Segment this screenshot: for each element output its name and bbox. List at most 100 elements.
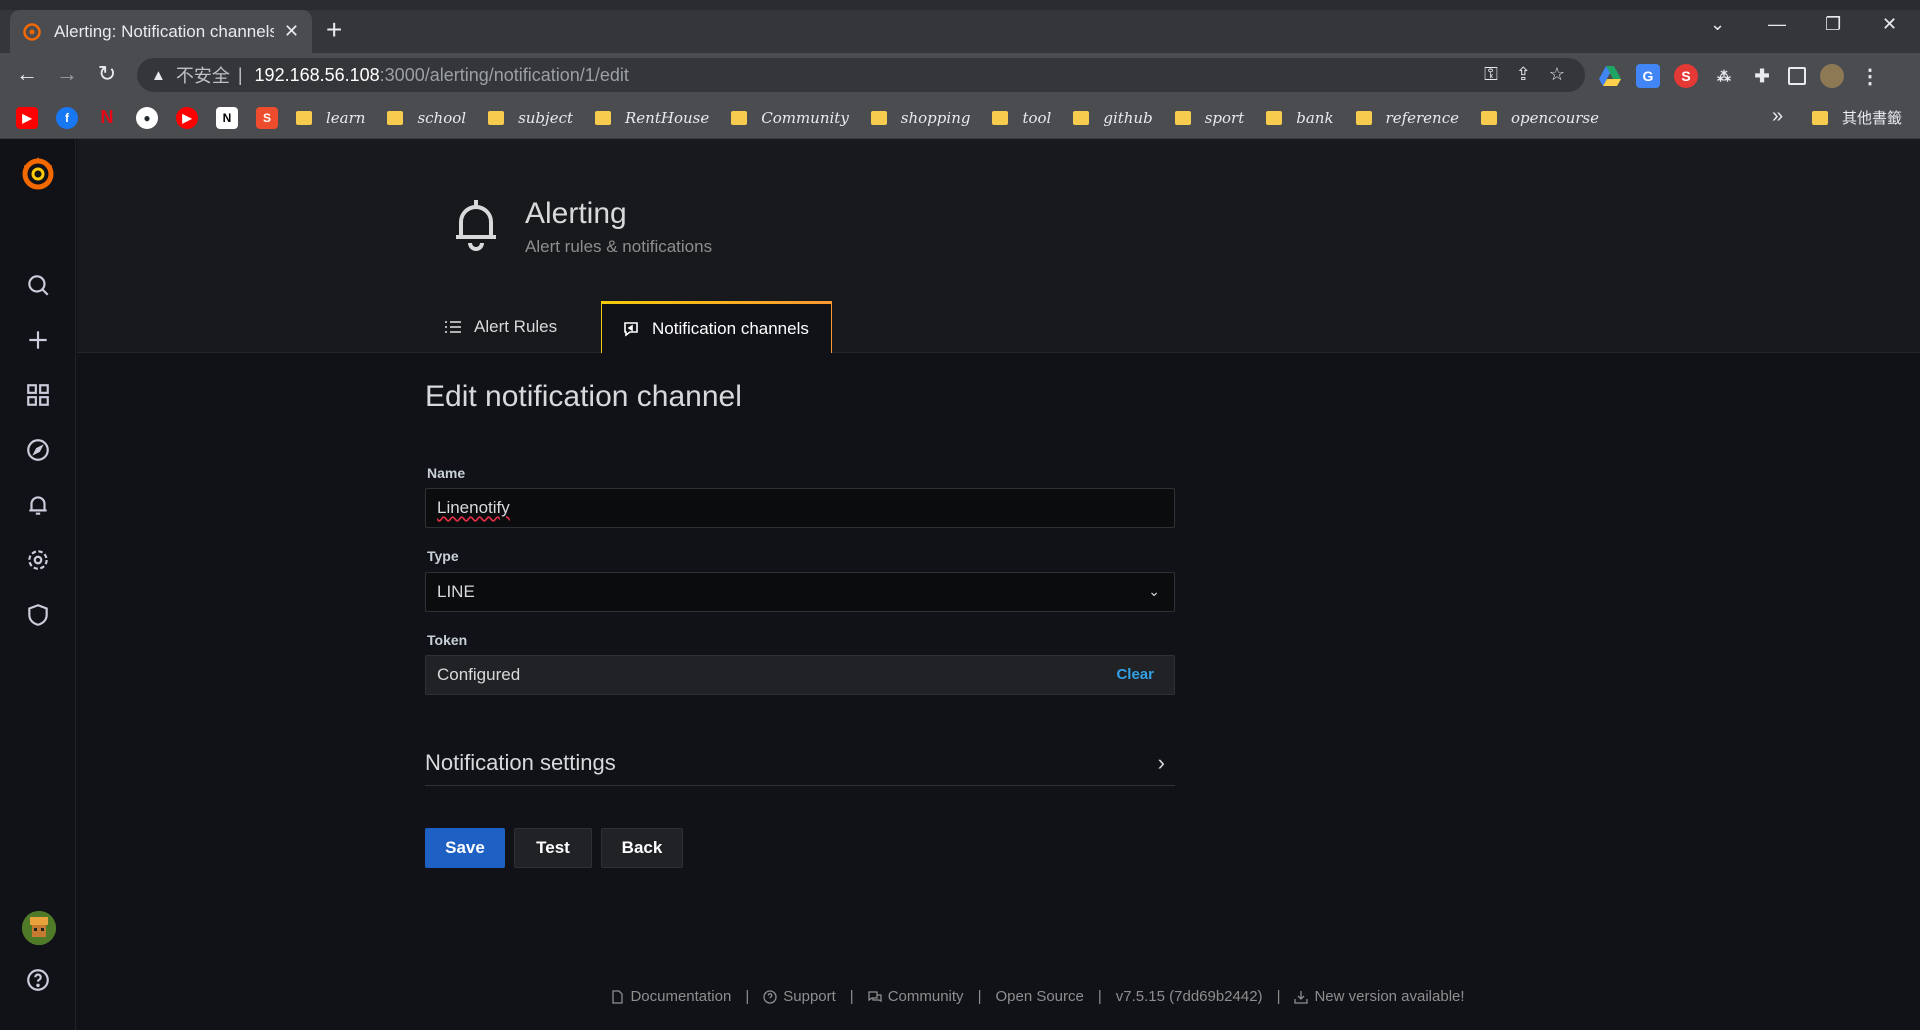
tab-close-icon[interactable]: ✕ xyxy=(284,21,299,42)
bookmark-folder-reference[interactable]: reference xyxy=(1355,108,1459,127)
star-icon[interactable]: ☆ xyxy=(1549,64,1565,85)
facebook-icon[interactable]: f xyxy=(56,106,78,129)
folder-icon xyxy=(870,110,887,125)
youtube-music-icon[interactable]: ▶ xyxy=(176,106,198,129)
new-tab-button[interactable]: + xyxy=(326,16,342,44)
footer-community-link[interactable]: Community xyxy=(868,988,964,1005)
bookmarks-overflow-icon[interactable]: » xyxy=(1772,105,1783,128)
alerting-bell-icon[interactable] xyxy=(22,489,54,521)
name-label: Name xyxy=(427,465,466,481)
notion-icon[interactable]: N xyxy=(216,106,238,129)
side-panel-icon[interactable] xyxy=(1788,67,1806,85)
dots-extension-icon[interactable]: ⁂ xyxy=(1712,64,1736,88)
grafana-logo-icon[interactable] xyxy=(18,153,58,193)
footer-documentation-link[interactable]: Documentation xyxy=(610,988,731,1005)
footer-open-source-link[interactable]: Open Source xyxy=(995,988,1083,1005)
footer-separator: | xyxy=(1276,988,1281,1005)
reload-icon[interactable]: ↻ xyxy=(93,61,121,87)
bookmark-folder-opencourse[interactable]: opencourse xyxy=(1481,109,1599,127)
bookmark-folder-tool[interactable]: tool xyxy=(992,109,1051,127)
dashboards-icon[interactable] xyxy=(22,379,54,411)
footer: Documentation | Support | Community | Op… xyxy=(0,988,1920,1005)
folder-icon xyxy=(1174,110,1191,125)
token-value: Configured xyxy=(437,665,521,684)
bookmark-label: shopping xyxy=(900,108,971,127)
test-button[interactable]: Test xyxy=(514,828,592,868)
footer-new-version-link[interactable]: New version available! xyxy=(1294,988,1465,1005)
bookmark-folder-community[interactable]: Community xyxy=(731,109,849,127)
github-icon[interactable]: ● xyxy=(136,106,158,129)
token-label: Token xyxy=(427,632,468,648)
comment-alt-share-icon xyxy=(624,321,638,337)
bookmark-folder-bank[interactable]: bank xyxy=(1266,109,1334,127)
other-bookmarks-label: 其他書籤 xyxy=(1842,110,1903,127)
save-button[interactable]: Save xyxy=(425,828,505,868)
type-label: Type xyxy=(427,548,459,564)
folder-icon xyxy=(992,110,1009,125)
other-bookmarks-folder[interactable]: 其他書籤 xyxy=(1812,107,1902,128)
form-heading: Edit notification channel xyxy=(425,380,742,413)
share-icon[interactable]: ⇪ xyxy=(1516,64,1531,85)
kebab-menu-icon[interactable]: ⋮ xyxy=(1858,64,1882,88)
footer-community-label: Community xyxy=(887,988,964,1005)
minimize-button[interactable]: — xyxy=(1768,14,1786,35)
chevron-right-icon: › xyxy=(1157,750,1165,775)
footer-separator: | xyxy=(745,988,750,1005)
bookmark-label: sport xyxy=(1204,108,1245,127)
close-window-button[interactable]: ✕ xyxy=(1882,14,1897,35)
token-field: Configured Clear xyxy=(425,655,1175,695)
s-extension-icon[interactable]: S xyxy=(1674,64,1698,88)
profile-avatar-icon[interactable] xyxy=(1820,64,1844,88)
type-select[interactable]: LINE ⌄ xyxy=(425,572,1175,612)
server-admin-shield-icon[interactable] xyxy=(22,599,54,631)
bookmark-folder-subject[interactable]: subject xyxy=(488,109,573,127)
forward-arrow-icon[interactable]: → xyxy=(53,61,81,87)
restore-button[interactable]: ❐ xyxy=(1825,14,1841,35)
tab-title: Alerting: Notification channels xyxy=(54,21,274,41)
bookmark-folder-learn[interactable]: learn xyxy=(296,109,365,127)
google-translate-icon[interactable]: G xyxy=(1636,64,1660,88)
address-bar[interactable]: ▲ 不安全 | 192.168.56.108 :3000/alerting/no… xyxy=(137,58,1585,92)
google-drive-icon[interactable] xyxy=(1598,64,1622,88)
bookmark-label: Community xyxy=(761,108,849,127)
back-arrow-icon[interactable]: ← xyxy=(13,61,41,87)
youtube-icon[interactable]: ▶ xyxy=(16,106,38,129)
bookmark-label: learn xyxy=(326,108,366,127)
explore-compass-icon[interactable] xyxy=(22,434,54,466)
configuration-gear-icon[interactable] xyxy=(22,544,54,576)
tab-notification-channels[interactable]: Notification channels xyxy=(601,301,832,353)
shopee-icon[interactable]: S xyxy=(256,106,278,129)
plus-icon[interactable] xyxy=(22,324,54,356)
name-input[interactable]: Linenotify xyxy=(425,488,1175,528)
bookmark-label: school xyxy=(417,108,467,127)
folder-icon xyxy=(1266,110,1283,125)
puzzle-icon[interactable]: ✚ xyxy=(1750,64,1774,88)
window-top-strip xyxy=(0,0,1920,10)
token-clear-button[interactable]: Clear xyxy=(1116,666,1154,683)
page-header: Alerting Alert rules & notifications Ale… xyxy=(77,139,1920,353)
bookmark-folder-sport[interactable]: sport xyxy=(1174,108,1245,127)
bookmark-folder-renthouse[interactable]: RentHouse xyxy=(595,109,709,127)
back-button[interactable]: Back xyxy=(601,828,683,868)
tab-alert-rules[interactable]: Alert Rules xyxy=(424,301,577,353)
search-icon[interactable] xyxy=(22,269,54,301)
folder-icon xyxy=(1812,110,1828,125)
footer-support-link[interactable]: Support xyxy=(763,988,836,1005)
footer-separator: | xyxy=(849,988,854,1005)
tab-search-icon[interactable]: ⌄ xyxy=(1710,14,1725,35)
key-icon[interactable]: ⚿ xyxy=(1484,64,1498,85)
user-avatar[interactable] xyxy=(22,911,56,945)
bookmark-folder-shopping[interactable]: shopping xyxy=(870,108,971,127)
browser-tab[interactable]: Alerting: Notification channels ✕ xyxy=(10,10,312,53)
notification-settings-toggle[interactable]: Notification settings › xyxy=(425,740,1175,786)
folder-icon xyxy=(387,110,404,125)
bookmark-label: reference xyxy=(1385,108,1459,127)
extensions-bar: G S ⁂ ✚ ⋮ xyxy=(1598,64,1882,88)
browser-toolbar: ← → ↻ ▲ 不安全 | 192.168.56.108 :3000/alert… xyxy=(0,53,1920,97)
netflix-icon[interactable]: N xyxy=(96,107,118,129)
bookmark-folder-github[interactable]: github xyxy=(1073,109,1153,127)
bookmarks-bar: ▶ f N ● ▶ N S learn school subject RentH… xyxy=(0,97,1920,139)
folder-icon xyxy=(296,110,312,125)
bookmark-folder-school[interactable]: school xyxy=(387,109,466,127)
chevron-down-icon: ⌄ xyxy=(1148,583,1160,599)
